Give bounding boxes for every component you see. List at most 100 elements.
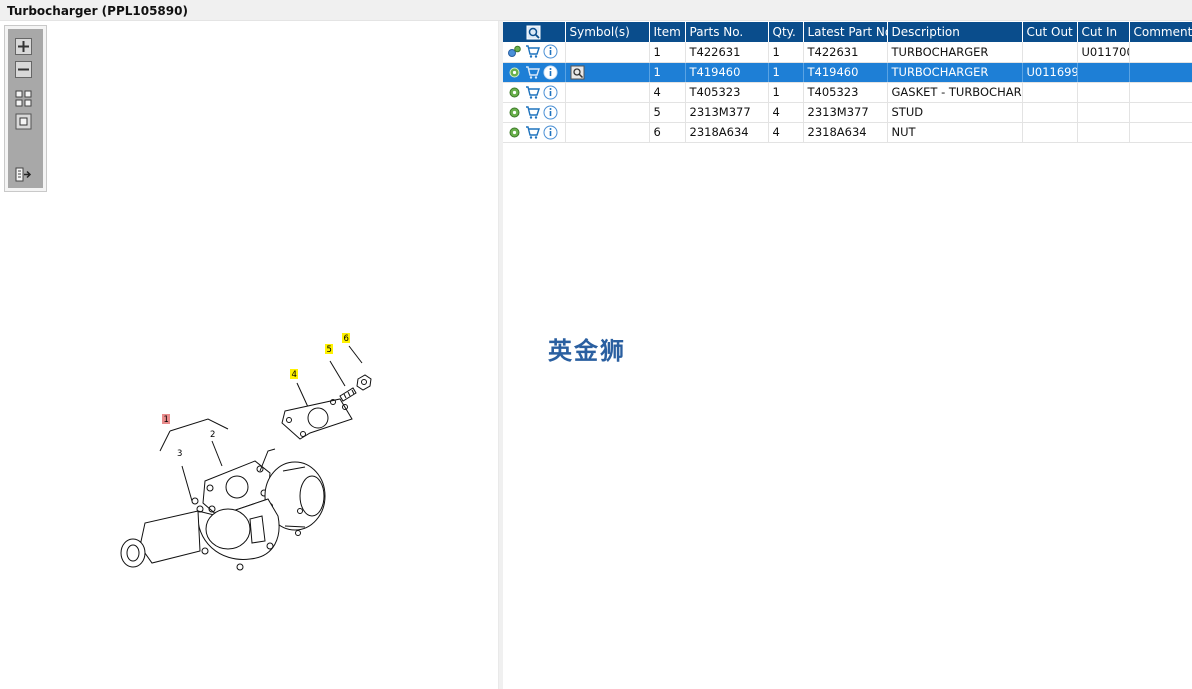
watermark-logo: 英金狮 — [548, 337, 626, 365]
cart-icon[interactable] — [525, 65, 540, 80]
col-header-qty[interactable]: Qty. — [768, 22, 804, 42]
actual-size-icon — [15, 113, 32, 130]
cell-part-no: 2313M377 — [685, 102, 769, 123]
cell-latest-part-no: 2313M377 — [803, 102, 888, 123]
cell-comment — [1129, 42, 1192, 63]
cell-description: STUD — [887, 102, 1023, 123]
info-icon[interactable] — [543, 44, 558, 59]
turbocharger-exploded-diagram[interactable]: 1 2 3 4 5 6 — [100, 301, 400, 601]
cell-part-no: T419460 — [685, 62, 769, 83]
export-icon — [15, 167, 32, 182]
cell-symbol — [565, 42, 650, 63]
cart-icon[interactable] — [525, 105, 540, 120]
cell-qty: 4 — [768, 102, 804, 123]
zoom-in-icon — [15, 38, 32, 55]
cell-comment — [1129, 62, 1192, 83]
callout-3[interactable]: 3 — [177, 449, 182, 459]
cell-symbol — [565, 82, 650, 103]
cell-symbol — [565, 122, 650, 143]
cell-cut-out — [1022, 122, 1078, 143]
col-header-symbols[interactable]: Symbol(s) — [565, 22, 650, 42]
cell-part-no: T405323 — [685, 82, 769, 103]
cart-icon[interactable] — [525, 44, 540, 59]
cart-icon[interactable] — [525, 125, 540, 140]
table-row[interactable]: 5 2313M377 4 2313M377 STUD — [503, 102, 1192, 123]
col-header-latest-part-no[interactable]: Latest Part No. — [803, 22, 888, 42]
col-header-parts-no[interactable]: Parts No. — [685, 22, 769, 42]
header-search-cell[interactable] — [503, 22, 566, 42]
gear-icon[interactable] — [507, 85, 522, 100]
cell-latest-part-no: 2318A634 — [803, 122, 888, 143]
info-icon[interactable] — [543, 85, 558, 100]
window-title: Turbocharger (PPL105890) — [7, 4, 188, 18]
cell-cut-in — [1077, 82, 1130, 103]
gear-icon[interactable] — [507, 125, 522, 140]
image-icon[interactable] — [570, 65, 585, 80]
zoom-out-icon — [15, 61, 32, 78]
col-header-item[interactable]: Item — [649, 22, 686, 42]
zoom-in-button[interactable] — [15, 38, 32, 55]
table-row-selected[interactable]: 1 T419460 1 T419460 TURBOCHARGER U011699… — [503, 62, 1192, 83]
info-icon[interactable] — [543, 125, 558, 140]
col-header-comment[interactable]: Comment — [1129, 22, 1192, 42]
cell-latest-part-no: T405323 — [803, 82, 888, 103]
col-header-cut-out[interactable]: Cut Out — [1022, 22, 1078, 42]
row-actions — [503, 102, 566, 123]
callout-1[interactable]: 1 — [164, 415, 169, 425]
search-list-icon[interactable] — [526, 25, 541, 40]
parts-list-pane: Symbol(s) Item Parts No. Qty. Latest Par… — [503, 21, 1192, 689]
row-actions — [503, 82, 566, 103]
diagram-pane[interactable]: 1 2 3 4 5 6 — [0, 21, 499, 689]
col-header-cut-in[interactable]: Cut In — [1077, 22, 1130, 42]
row-actions — [503, 62, 566, 83]
table-row[interactable]: 4 T405323 1 T405323 GASKET - TURBOCHARGE… — [503, 82, 1192, 103]
export-button[interactable] — [15, 166, 32, 183]
col-header-description[interactable]: Description — [887, 22, 1023, 42]
callout-6[interactable]: 6 — [344, 334, 349, 344]
row-actions — [503, 122, 566, 143]
fit-all-button[interactable] — [15, 90, 32, 107]
cell-latest-part-no: T422631 — [803, 42, 888, 63]
table-header-row: Symbol(s) Item Parts No. Qty. Latest Par… — [503, 22, 1192, 42]
cell-item: 1 — [649, 62, 686, 83]
cell-qty: 1 — [768, 82, 804, 103]
cell-cut-out — [1022, 42, 1078, 63]
parts-table: Symbol(s) Item Parts No. Qty. Latest Par… — [503, 22, 1192, 143]
cell-item: 1 — [649, 42, 686, 63]
callout-5[interactable]: 5 — [327, 345, 332, 355]
callout-2[interactable]: 2 — [210, 430, 215, 440]
cell-part-no: T422631 — [685, 42, 769, 63]
cell-symbol — [565, 102, 650, 123]
cell-cut-in: U011700E — [1077, 42, 1130, 63]
zoom-toolbox — [4, 25, 47, 192]
cell-cut-in — [1077, 62, 1130, 83]
cell-latest-part-no: T419460 — [803, 62, 888, 83]
table-row[interactable]: 1 T422631 1 T422631 TURBOCHARGER U011700… — [503, 42, 1192, 63]
cell-part-no: 2318A634 — [685, 122, 769, 143]
callout-4[interactable]: 4 — [292, 370, 297, 380]
table-row[interactable]: 6 2318A634 4 2318A634 NUT — [503, 122, 1192, 143]
cell-symbol[interactable] — [565, 62, 650, 83]
fit-all-icon — [15, 90, 32, 107]
cell-qty: 4 — [768, 122, 804, 143]
gear-icon[interactable] — [507, 65, 522, 80]
info-icon[interactable] — [543, 105, 558, 120]
cell-cut-in — [1077, 122, 1130, 143]
cell-item: 5 — [649, 102, 686, 123]
cell-qty: 1 — [768, 42, 804, 63]
actual-size-button[interactable] — [15, 113, 32, 130]
cell-comment — [1129, 122, 1192, 143]
cell-description: TURBOCHARGER — [887, 42, 1023, 63]
cell-item: 4 — [649, 82, 686, 103]
row-actions — [503, 42, 566, 63]
gears-icon[interactable] — [507, 44, 522, 59]
window-titlebar: Turbocharger (PPL105890) — [0, 0, 1192, 21]
cell-description: NUT — [887, 122, 1023, 143]
cell-comment — [1129, 82, 1192, 103]
cell-cut-out: U011699B — [1022, 62, 1078, 83]
cell-qty: 1 — [768, 62, 804, 83]
info-icon[interactable] — [543, 65, 558, 80]
gear-icon[interactable] — [507, 105, 522, 120]
zoom-out-button[interactable] — [15, 61, 32, 78]
cart-icon[interactable] — [525, 85, 540, 100]
